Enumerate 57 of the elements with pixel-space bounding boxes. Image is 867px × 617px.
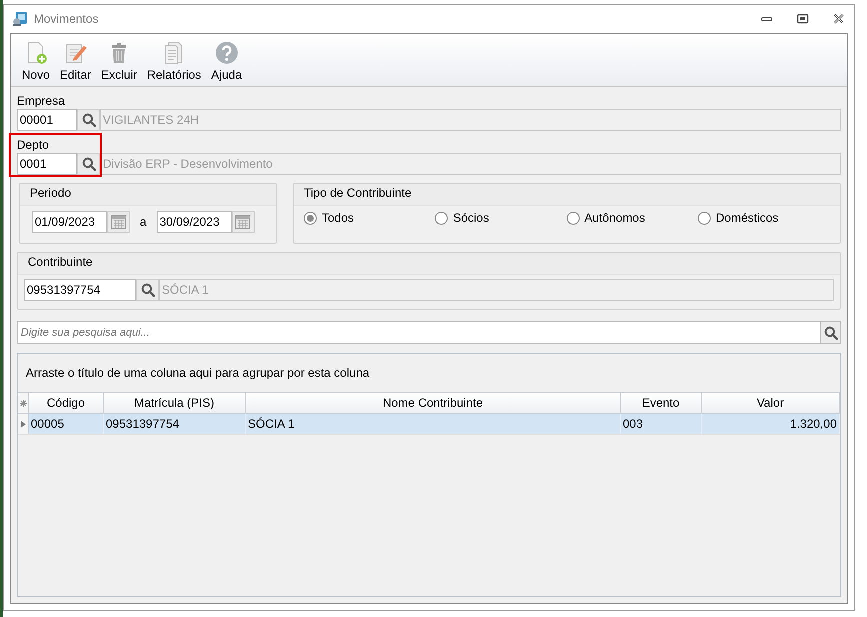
description-field: SÓCIA 1 — [159, 279, 834, 301]
table-cell: 003 — [621, 414, 702, 434]
search-icon — [824, 326, 838, 340]
radio-circle[interactable] — [304, 212, 317, 224]
radio-circle[interactable] — [566, 212, 580, 224]
search-icon — [82, 157, 96, 171]
range-separator: a — [140, 215, 147, 229]
radio-circle[interactable] — [435, 212, 448, 224]
group-title: Contribuinte — [18, 253, 840, 275]
search-icon — [82, 113, 96, 127]
radio-option[interactable]: Sócios — [435, 211, 566, 225]
column-header[interactable]: Nome Contribuinte — [246, 393, 621, 413]
window-title: Movimentos — [34, 12, 100, 26]
code-field[interactable]: 00001 — [17, 109, 77, 131]
table-cell: 1.320,00 — [702, 414, 840, 434]
description-field: Divisão ERP - Desenvolvimento — [100, 153, 841, 175]
lookup-button[interactable] — [77, 153, 100, 175]
lookup-button[interactable] — [77, 109, 100, 131]
calendar-icon — [235, 214, 252, 230]
maximize-button[interactable] — [796, 13, 810, 25]
field-label: Depto — [17, 137, 50, 153]
date-field[interactable]: 01/09/2023 — [32, 211, 107, 233]
column-header[interactable]: Valor — [702, 393, 840, 413]
search-field[interactable]: Digite sua pesquisa aqui... — [17, 321, 820, 344]
asterisk-icon — [20, 400, 26, 406]
table-cell: 09531397754 — [104, 414, 246, 434]
radio-option[interactable]: Todos — [304, 211, 434, 225]
help-button[interactable]: Ajuda — [208, 41, 246, 82]
help-icon — [214, 41, 239, 65]
radio-option[interactable]: Autônomos — [566, 211, 697, 225]
search-icon — [140, 283, 154, 297]
group-title: Tipo de Contribuinte — [294, 184, 840, 206]
date-field[interactable]: 30/09/2023 — [156, 211, 232, 233]
app-icon — [12, 11, 28, 27]
report-button[interactable]: Relatórios — [144, 41, 204, 82]
description-field: VIGILANTES 24H — [100, 109, 841, 131]
delete-button[interactable]: Excluir — [98, 41, 140, 82]
table-cell: SÓCIA 1 — [246, 414, 621, 434]
column-header[interactable]: Código — [29, 393, 104, 413]
group-panel-hint: Arraste o título de uma coluna aqui para agrupar por esta coluna — [25, 365, 371, 382]
code-field[interactable]: 09531397754 — [24, 279, 136, 301]
table-cell: 00005 — [29, 414, 104, 434]
new-button[interactable]: Novo — [19, 41, 54, 82]
column-header[interactable]: Evento — [621, 393, 702, 413]
radio-option[interactable]: Domésticos — [698, 211, 828, 225]
code-field[interactable]: 0001 — [17, 153, 77, 175]
search-button[interactable] — [820, 321, 841, 344]
table-row[interactable]: 00005 09531397754 SÓCIA 1 003 1.320,00 — [18, 414, 840, 435]
group-title: Periodo — [20, 184, 276, 206]
close-button[interactable] — [832, 13, 846, 25]
calendar-icon — [110, 214, 126, 230]
field-label: Empresa — [17, 93, 66, 109]
radio-circle[interactable] — [698, 212, 711, 224]
edit-button[interactable]: Editar — [57, 41, 94, 82]
column-header[interactable]: Matrícula (PIS) — [104, 393, 246, 413]
row-pointer-icon — [20, 420, 26, 428]
lookup-button[interactable] — [136, 279, 159, 301]
